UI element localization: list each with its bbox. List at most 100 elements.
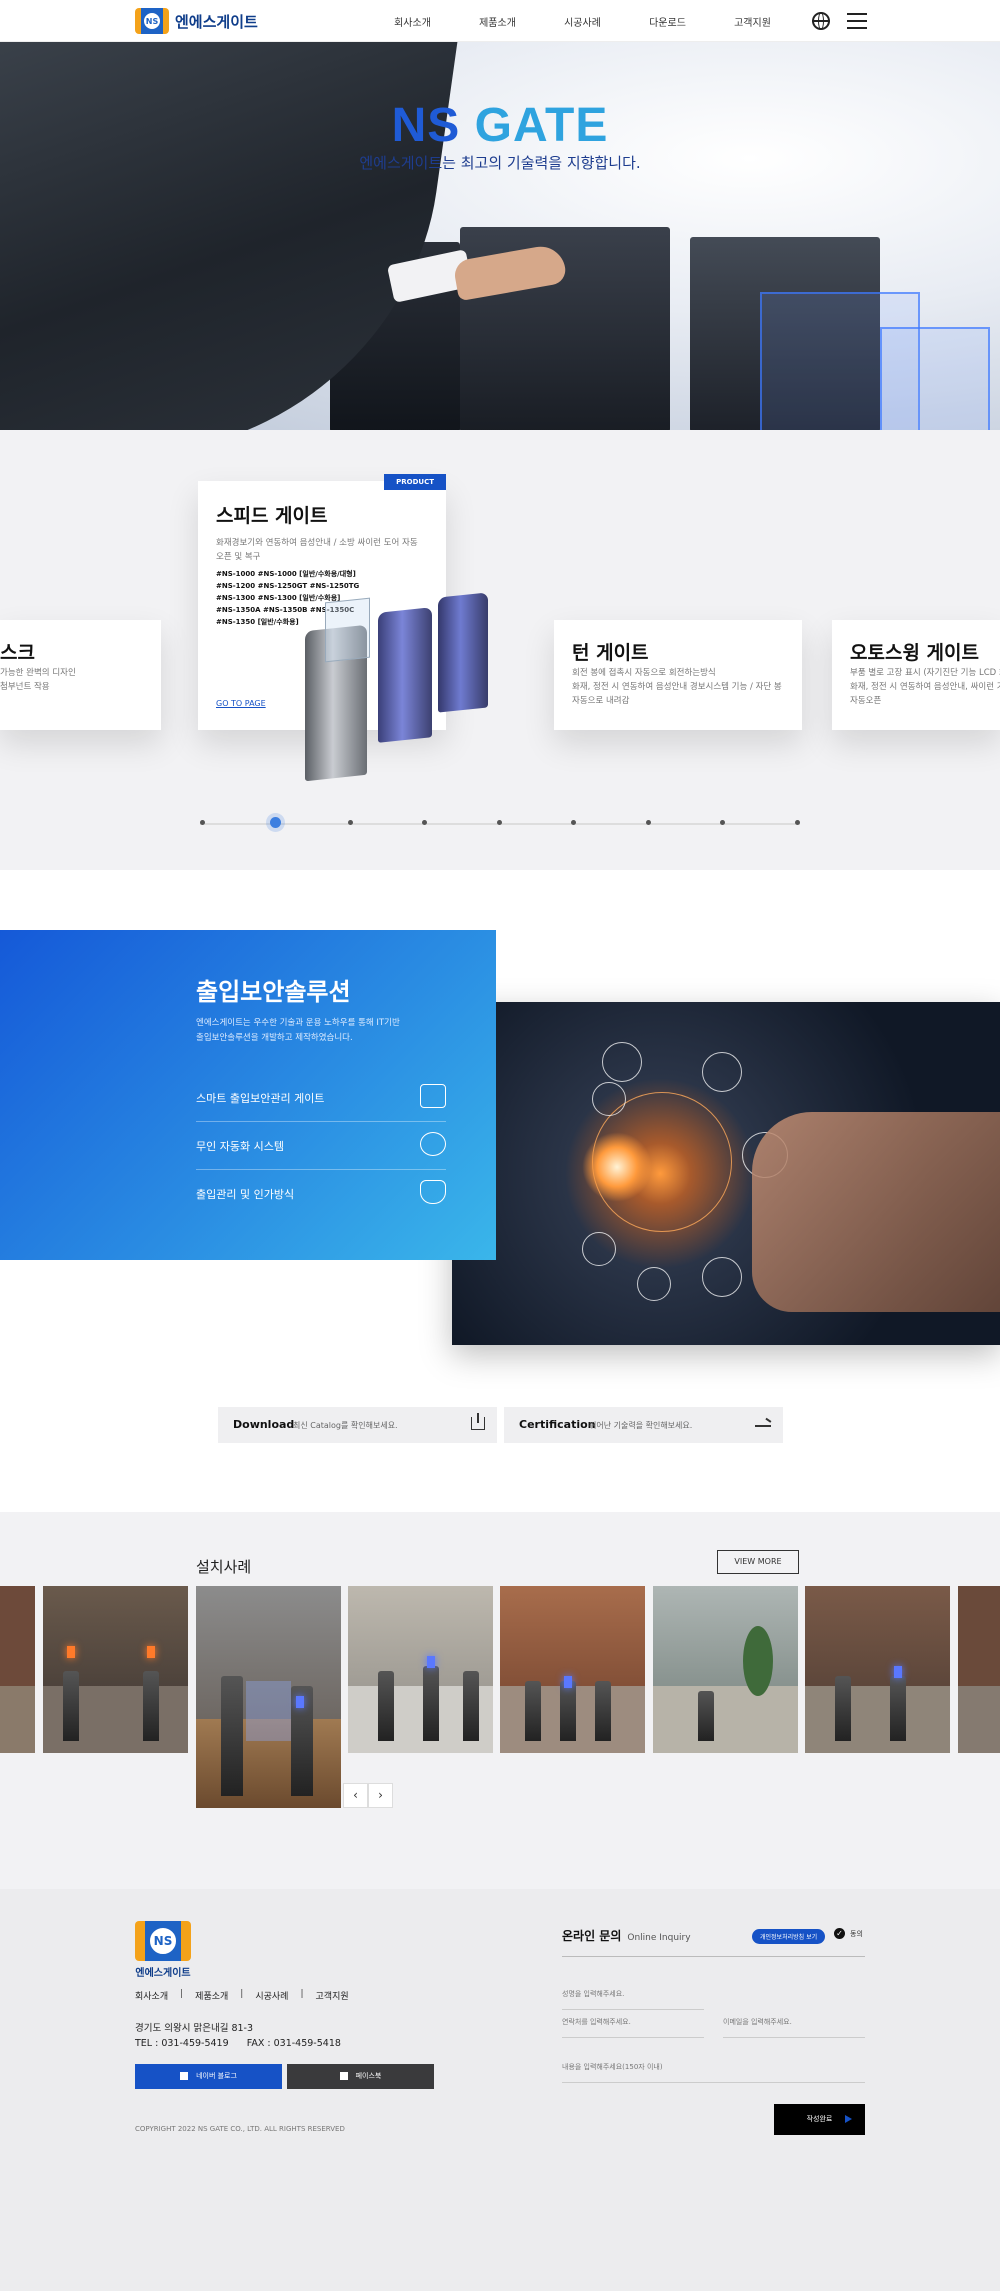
case-photo[interactable] bbox=[43, 1586, 188, 1753]
download-bar[interactable]: Download 최신 Catalog를 확인해보세요. bbox=[218, 1407, 497, 1443]
nav-item-support[interactable]: 고객지원 bbox=[710, 14, 795, 29]
submit-arrow-icon bbox=[845, 2115, 852, 2123]
carousel-dot[interactable] bbox=[795, 820, 800, 825]
card-reader-icon bbox=[420, 1084, 446, 1108]
case-photo[interactable] bbox=[653, 1586, 798, 1753]
logo-text: 엔에스게이트 bbox=[175, 12, 258, 31]
case-photo[interactable] bbox=[500, 1586, 645, 1753]
certification-bar[interactable]: Certification 뛰어난 기술력을 확인해보세요. bbox=[504, 1407, 783, 1443]
security-tech-image bbox=[452, 1002, 1000, 1345]
security-item-label: 무인 자동화 시스템 bbox=[196, 1140, 284, 1153]
inquiry-title: 온라인 문의 Online Inquiry bbox=[562, 1929, 691, 1943]
footer-logo[interactable]: NS 엔에스게이트 bbox=[135, 1921, 191, 1979]
hero-title: NS GATE bbox=[391, 99, 609, 152]
view-more-button[interactable]: VIEW MORE bbox=[717, 1550, 799, 1574]
next-arrow-icon[interactable]: › bbox=[368, 1783, 393, 1808]
carousel-dot[interactable] bbox=[348, 820, 353, 825]
product-card-title: 스크 bbox=[0, 642, 35, 664]
naver-blog-button[interactable]: 네이버 블로그 bbox=[135, 2064, 282, 2089]
product-card-title: 턴 게이트 bbox=[572, 642, 649, 664]
installation-title: 설치사례 bbox=[196, 1558, 252, 1576]
footer-menu-company[interactable]: 회사소개 bbox=[135, 1989, 180, 2002]
gear-icon bbox=[420, 1132, 446, 1156]
hero-banner: NS GATE 엔에스게이트는 최고의 기술력을 지향합니다. bbox=[0, 42, 1000, 430]
check-icon: ✓ bbox=[834, 1928, 845, 1939]
carousel-dot[interactable] bbox=[646, 820, 651, 825]
go-to-page-link[interactable]: GO TO PAGE bbox=[216, 699, 266, 708]
product-card-desc: 부품 별로 고장 표시 (자기진단 기능 LCD 화 화재, 정전 시 연동하여 … bbox=[850, 668, 1000, 706]
blog-icon bbox=[180, 2072, 189, 2080]
case-carousel-arrows: ‹ › bbox=[343, 1783, 393, 1808]
footer-logo-text: 엔에스게이트 bbox=[135, 1968, 191, 1979]
download-desc: 최신 Catalog를 확인해보세요. bbox=[293, 1421, 398, 1430]
footer-logo-mark: NS bbox=[135, 1921, 191, 1961]
product-card-desc: 회전 봉에 접촉시 자동으로 회전하는방식 화재, 정전 시 연동하여 음성안내 … bbox=[572, 668, 782, 706]
footer-menu-products[interactable]: 제품소개 bbox=[183, 1989, 240, 2002]
hero-gate-glass bbox=[880, 327, 990, 430]
product-card-desc: 가능한 완벽의 디자인 첨부넌트 작용 bbox=[0, 668, 76, 692]
product-card-title: 오토스윙 게이트 bbox=[850, 642, 979, 664]
certification-desc: 뛰어난 기술력을 확인해보세요. bbox=[589, 1421, 693, 1430]
logo-mark: NS bbox=[135, 8, 169, 34]
carousel-dot[interactable] bbox=[200, 820, 205, 825]
security-item-smart-gate[interactable]: 스마트 출입보안관리 게이트 bbox=[196, 1074, 446, 1122]
carousel-dot[interactable] bbox=[422, 820, 427, 825]
nav-item-cases[interactable]: 시공사례 bbox=[540, 14, 625, 29]
agree-checkbox[interactable]: ✓ 동의 bbox=[834, 1928, 863, 1939]
hamburger-menu-icon[interactable] bbox=[847, 13, 867, 29]
facebook-icon bbox=[339, 2072, 348, 2080]
case-photo-featured[interactable] bbox=[196, 1586, 341, 1808]
footer-address: 경기도 의왕시 맑은내길 81-3 TEL : 031-459-5419 FAX… bbox=[135, 2023, 341, 2049]
security-desc: 엔에스게이트는 우수한 기술과 운용 노하우를 통해 IT기반 출입보안솔루션을 … bbox=[196, 1018, 400, 1043]
product-card-auto-swing-gate[interactable]: 오토스윙 게이트 부품 별로 고장 표시 (자기진단 기능 LCD 화 화재, 정… bbox=[832, 620, 1000, 730]
content-textarea[interactable]: 내용을 입력해주세요(150자 이내) bbox=[562, 2062, 865, 2083]
nav-item-download[interactable]: 다운로드 bbox=[625, 14, 710, 29]
download-label: Download bbox=[233, 1418, 295, 1431]
nav-item-products[interactable]: 제품소개 bbox=[455, 14, 540, 29]
logo-mark-text: NS bbox=[142, 11, 162, 31]
security-title: 출입보안솔루션 bbox=[196, 978, 351, 1006]
facebook-button[interactable]: 페이스북 bbox=[287, 2064, 434, 2089]
case-photo[interactable] bbox=[348, 1586, 493, 1753]
security-solution-panel: 출입보안솔루션 엔에스게이트는 우수한 기술과 운용 노하우를 통해 IT기반 출… bbox=[0, 930, 496, 1260]
product-badge: PRODUCT bbox=[384, 474, 446, 490]
carousel-dot-active[interactable] bbox=[270, 817, 281, 828]
carousel-pagination bbox=[200, 817, 800, 828]
product-card-desc: 화재경보기와 연동하여 음성안내 / 소방 싸이런 도어 자동 오픈 및 복구 bbox=[216, 538, 418, 562]
security-item-label: 출입관리 및 인가방식 bbox=[196, 1188, 295, 1201]
case-photo[interactable] bbox=[0, 1586, 35, 1753]
footer-menu-support[interactable]: 고객지원 bbox=[304, 1989, 361, 2002]
site-header: NS 엔에스게이트 회사소개 제품소개 시공사례 다운로드 고객지원 bbox=[0, 0, 1000, 42]
hero-subtitle: 엔에스게이트는 최고의 기술력을 지향합니다. bbox=[359, 154, 641, 172]
security-item-access-control[interactable]: 출입관리 및 인가방식 bbox=[196, 1170, 446, 1218]
case-photo[interactable] bbox=[958, 1586, 1000, 1753]
site-logo[interactable]: NS 엔에스게이트 bbox=[135, 8, 258, 34]
footer-menu-cases[interactable]: 시공사례 bbox=[243, 1989, 300, 2002]
product-card-left[interactable]: 스크 가능한 완벽의 디자인 첨부넌트 작용 bbox=[0, 620, 161, 730]
installation-cases-section: 설치사례 VIEW MORE bbox=[0, 1512, 1000, 1889]
speed-gate-product-image bbox=[378, 607, 432, 743]
carousel-dot[interactable] bbox=[571, 820, 576, 825]
privacy-policy-button[interactable]: 개인정보처리방침 보기 bbox=[752, 1929, 826, 1944]
carousel-dot[interactable] bbox=[720, 820, 725, 825]
name-input[interactable]: 성명을 입력해주세요. bbox=[562, 1989, 704, 2010]
certification-label: Certification bbox=[519, 1418, 596, 1431]
product-card-title: 스피드 게이트 bbox=[216, 505, 328, 527]
site-footer: NS 엔에스게이트 회사소개 | 제품소개 | 시공사례 | 고객지원 경기도 … bbox=[0, 1889, 1000, 2291]
product-card-turn-gate[interactable]: 턴 게이트 회전 봉에 접촉시 자동으로 회전하는방식 화재, 정전 시 연동하여… bbox=[554, 620, 802, 730]
footer-menu: 회사소개 | 제품소개 | 시공사례 | 고객지원 bbox=[135, 1989, 361, 2002]
speed-gate-product-image bbox=[438, 592, 488, 713]
nav-item-company[interactable]: 회사소개 bbox=[370, 14, 455, 29]
prev-arrow-icon[interactable]: ‹ bbox=[343, 1783, 368, 1808]
security-item-automation[interactable]: 무인 자동화 시스템 bbox=[196, 1122, 446, 1170]
phone-input[interactable]: 연락처를 입력해주세요. bbox=[562, 2017, 704, 2038]
globe-icon[interactable] bbox=[812, 12, 830, 30]
security-item-label: 스마트 출입보안관리 게이트 bbox=[196, 1092, 325, 1105]
carousel-dot[interactable] bbox=[497, 820, 502, 825]
inquiry-divider bbox=[562, 1956, 865, 1957]
case-photo[interactable] bbox=[805, 1586, 950, 1753]
main-nav: 회사소개 제품소개 시공사례 다운로드 고객지원 bbox=[370, 14, 795, 29]
email-input[interactable]: 이메일을 입력해주세요. bbox=[723, 2017, 865, 2038]
speed-gate-glass bbox=[325, 597, 370, 663]
copyright: COPYRIGHT 2022 NS GATE CO., LTD. ALL RIG… bbox=[135, 2125, 345, 2133]
